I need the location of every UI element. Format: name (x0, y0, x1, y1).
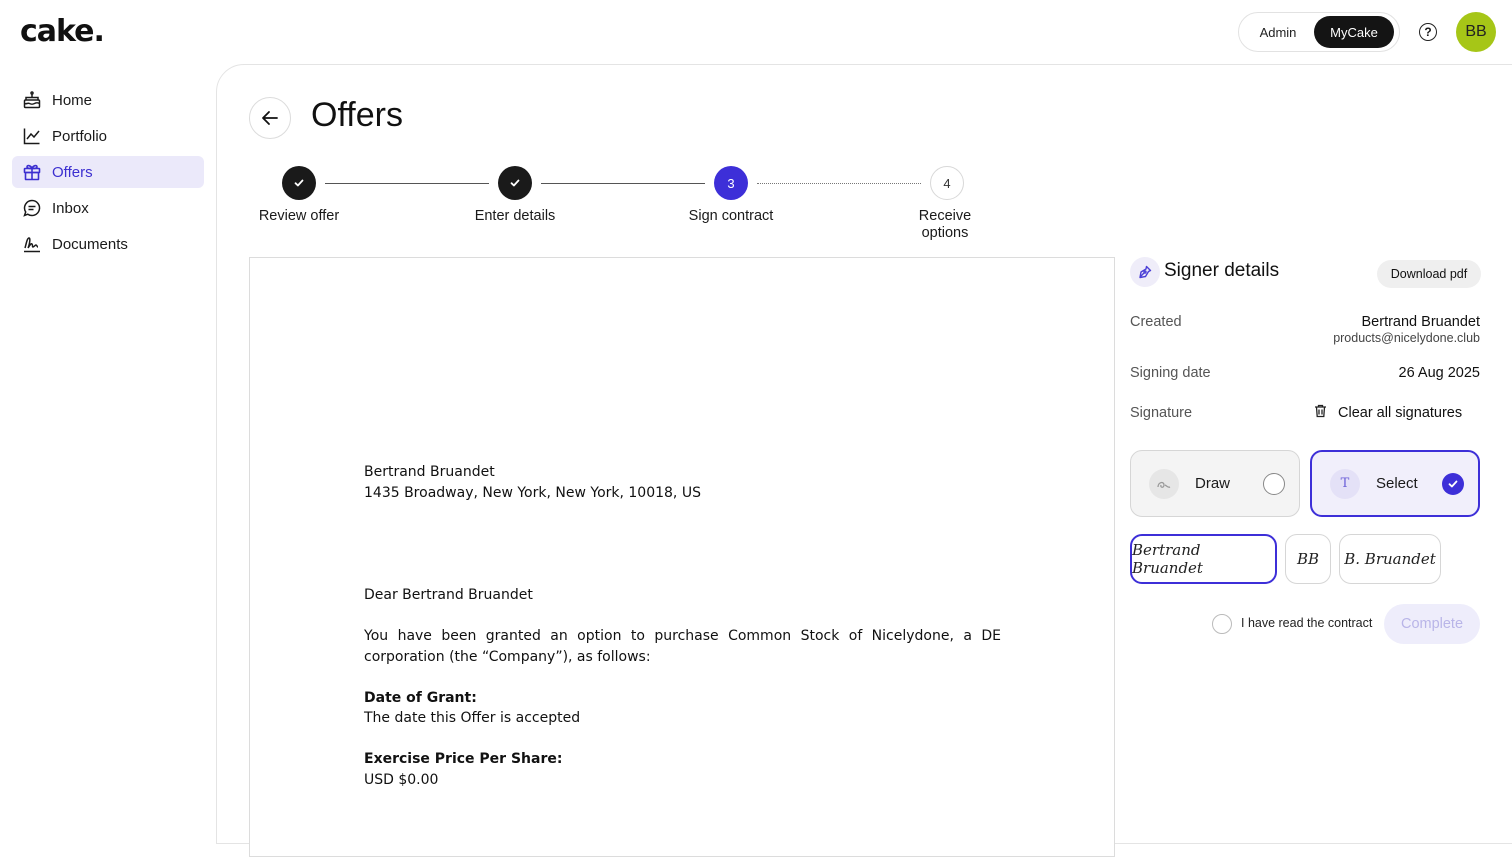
step-connector (325, 183, 489, 184)
sidebar-item-label: Home (52, 91, 93, 109)
page-title: Offers (311, 96, 403, 134)
pen-nib-icon (1130, 257, 1160, 287)
step-4-indicator: 4 (930, 166, 964, 200)
draw-radio[interactable] (1263, 472, 1285, 495)
draw-icon (1149, 468, 1179, 499)
type-icon: T (1330, 468, 1360, 499)
sidebar-item-offers[interactable]: Offers (12, 156, 204, 188)
draw-mode-option[interactable]: Draw (1130, 450, 1300, 517)
sidebar-item-inbox[interactable]: Inbox (12, 192, 204, 224)
signature-label: Signature (1130, 405, 1193, 421)
clear-signatures-label: Clear all signatures (1338, 405, 1463, 421)
home-icon (22, 90, 42, 110)
arrow-left-icon (262, 111, 278, 125)
read-contract-checkbox[interactable] (1212, 614, 1232, 634)
message-icon (22, 198, 42, 218)
sidebar-item-home[interactable]: Home (12, 84, 204, 116)
grant-date-heading: Date of Grant: (364, 689, 477, 706)
exercise-price-value: USD $0.00 (364, 771, 439, 788)
created-email: products@nicelydone.club (1333, 331, 1480, 345)
admin-toggle-option[interactable]: Admin (1242, 16, 1314, 48)
check-icon (1448, 480, 1458, 487)
created-name: Bertrand Bruandet (1361, 314, 1481, 330)
recipient-name: Bertrand Bruandet (364, 464, 495, 480)
sidebar-item-portfolio[interactable]: Portfolio (12, 120, 204, 152)
step-connector (757, 183, 921, 184)
sidebar-item-documents[interactable]: Documents (12, 228, 204, 260)
step-4-label-line2: options (921, 225, 969, 241)
select-mode-label: Select (1376, 475, 1418, 492)
role-toggle: Admin MyCake (1238, 12, 1400, 52)
signing-date-label: Signing date (1130, 365, 1211, 381)
signer-details-title: Signer details (1164, 260, 1280, 281)
step-4-label-line1: Receive (918, 208, 972, 224)
download-pdf-button[interactable]: Download pdf (1377, 260, 1481, 288)
recipient-address: 1435 Broadway, New York, New York, 10018… (364, 484, 701, 501)
step-1-label: Review offer (258, 208, 340, 224)
gift-icon (22, 162, 42, 182)
signature-icon (22, 234, 42, 254)
select-radio-checked[interactable] (1442, 472, 1464, 495)
help-icon[interactable]: ? (1419, 23, 1437, 41)
step-4-label: Receive options (900, 208, 990, 242)
avatar[interactable]: BB (1456, 12, 1496, 52)
step-3-indicator: 3 (714, 166, 748, 200)
clear-signatures-button[interactable]: Clear all signatures (1314, 404, 1462, 422)
mycake-toggle-option[interactable]: MyCake (1314, 16, 1394, 48)
sidebar-nav: Home Portfolio Offers Inbox Documents (12, 84, 204, 264)
intro-paragraph: You have been granted an option to purch… (364, 628, 1001, 665)
sidebar-item-label: Inbox (52, 199, 89, 217)
grant-date-value: The date this Offer is accepted (364, 710, 581, 726)
created-label: Created (1130, 314, 1182, 330)
step-2-label: Enter details (474, 208, 556, 224)
step-connector (541, 183, 705, 184)
sidebar-item-label: Portfolio (52, 127, 108, 145)
trash-icon (1314, 404, 1327, 422)
step-3-label: Sign contract (688, 208, 774, 224)
signature-option-short[interactable]: B. Bruandet (1339, 534, 1441, 584)
select-mode-option[interactable]: T Select (1310, 450, 1480, 517)
greeting: Dear Bertrand Bruandet (364, 587, 533, 603)
contract-text: Bertrand Bruandet 1435 Broadway, New Yor… (364, 462, 1001, 790)
read-contract-label: I have read the contract (1241, 616, 1373, 630)
contract-document[interactable]: Bertrand Bruandet 1435 Broadway, New Yor… (249, 257, 1115, 857)
sidebar-item-label: Documents (52, 235, 128, 253)
step-1-check-icon (282, 166, 316, 200)
signing-date-value: 26 Aug 2025 (1398, 365, 1480, 381)
signature-option-full[interactable]: Bertrand Bruandet (1130, 534, 1277, 584)
signature-option-initials[interactable]: BB (1285, 534, 1331, 584)
chart-icon (22, 126, 42, 146)
step-2-check-icon (498, 166, 532, 200)
exercise-price-heading: Exercise Price Per Share: (364, 751, 563, 767)
complete-button[interactable]: Complete (1384, 604, 1480, 644)
back-button[interactable] (249, 97, 291, 139)
cake-logo[interactable]: cake. (20, 14, 105, 49)
draw-mode-label: Draw (1195, 475, 1231, 492)
sidebar-item-label: Offers (52, 163, 93, 181)
